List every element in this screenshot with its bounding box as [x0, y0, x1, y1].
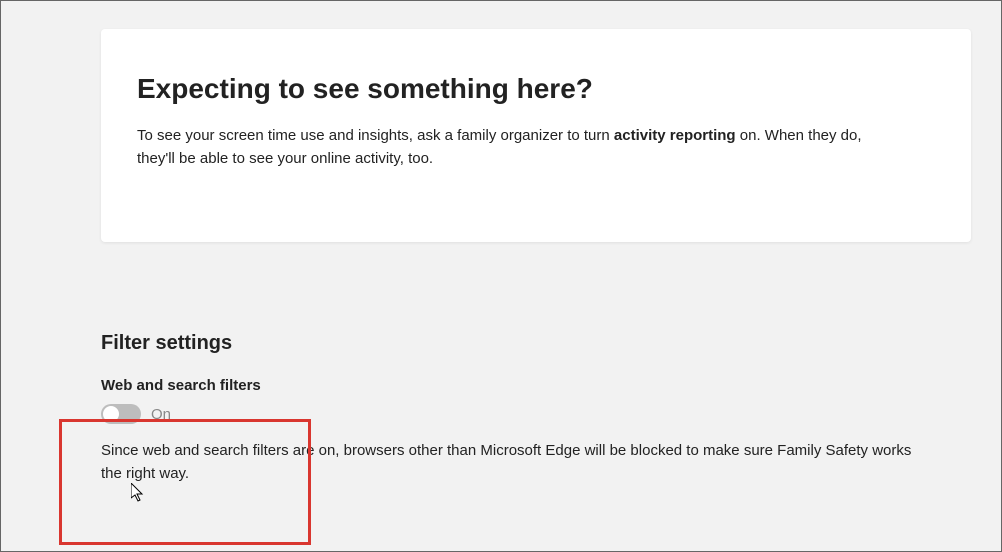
web-search-filters-label: Web and search filters — [101, 377, 971, 394]
toggle-state-label: On — [151, 406, 171, 423]
cursor-icon — [131, 483, 147, 508]
toggle-row: On — [101, 404, 971, 424]
web-search-filters-toggle[interactable] — [101, 404, 141, 424]
card-text-strong: activity reporting — [614, 127, 736, 144]
card-title: Expecting to see something here? — [137, 73, 935, 105]
filter-settings-title: Filter settings — [101, 332, 971, 355]
info-card: Expecting to see something here? To see … — [101, 29, 971, 242]
filter-description: Since web and search filters are on, bro… — [101, 440, 921, 485]
card-text-before: To see your screen time use and insights… — [137, 127, 614, 144]
toggle-knob — [103, 406, 119, 422]
filter-settings-section: Filter settings Web and search filters O… — [101, 332, 971, 485]
card-text: To see your screen time use and insights… — [137, 125, 877, 170]
